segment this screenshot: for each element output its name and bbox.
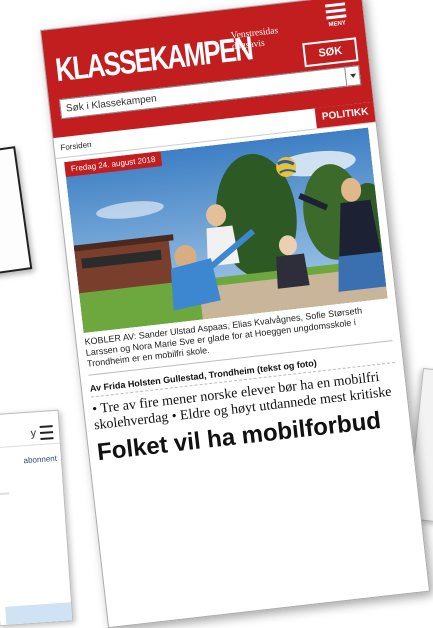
search-button[interactable]: SØK: [302, 37, 359, 68]
background-card-banner: [5, 602, 73, 625]
background-card-bottom-left: y abonnent: [0, 409, 74, 627]
background-card-divider: [0, 492, 10, 496]
hamburger-icon: [324, 2, 347, 20]
background-card-text: y: [30, 427, 37, 440]
menu-label: MENY: [328, 20, 347, 29]
menu-button[interactable]: MENY: [318, 2, 354, 30]
chevron-down-icon: [349, 73, 356, 79]
site-tagline: Venstresidas dagsavis: [230, 26, 279, 53]
mobile-page: KLASSEKAMPEN Venstresidas dagsavis MENY …: [40, 0, 431, 628]
search-dropdown-toggle[interactable]: [345, 65, 362, 87]
menu-icon: [39, 425, 54, 441]
article-photo[interactable]: Fredag 24. august 2018: [64, 127, 388, 334]
background-card-left: [0, 146, 33, 278]
background-card-header: y: [0, 410, 60, 449]
background-card-subscribe-link: abonnent: [23, 453, 58, 466]
